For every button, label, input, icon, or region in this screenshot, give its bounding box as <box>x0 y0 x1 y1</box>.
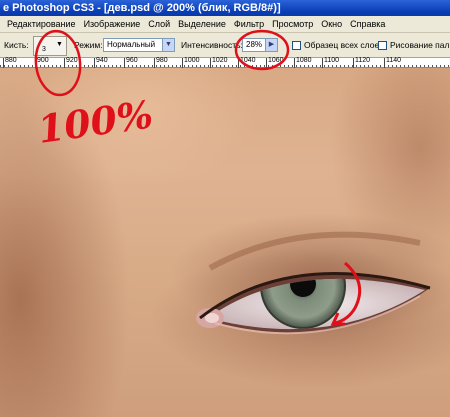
ruler-label: 900 <box>37 57 49 64</box>
ruler-label: 1000 <box>184 57 200 64</box>
intensity-input[interactable]: 28% <box>242 38 266 52</box>
chevron-down-icon: ▼ <box>56 41 63 48</box>
menu-layer[interactable]: Слой <box>144 19 174 29</box>
eye-image: 100% <box>35 91 450 388</box>
finger-paint-label[interactable]: Рисование пальцем <box>390 33 450 58</box>
brush-size: 3 <box>42 46 46 53</box>
options-bar: Кисть: 3 ▼ Режим: Нормальный ▼ Интенсивн… <box>0 33 450 58</box>
menu-filter[interactable]: Фильтр <box>230 19 268 29</box>
window-title: e Photoshop CS3 - [дев.psd @ 200% (блик,… <box>0 0 450 16</box>
ruler-label: 940 <box>96 57 108 64</box>
mode-label: Режим: <box>74 40 103 50</box>
ruler-label: 1120 <box>355 57 371 64</box>
menu-edit[interactable]: Редактирование <box>3 19 80 29</box>
menu-view[interactable]: Просмотр <box>268 19 317 29</box>
ruler-label: 1100 <box>324 57 340 64</box>
ruler-label: 1020 <box>212 57 228 64</box>
ruler-label: 920 <box>66 57 78 64</box>
horizontal-ruler: 880 900 920 940 960 980 1000 1020 1040 1… <box>0 57 450 68</box>
svg-text:100%: 100% <box>35 91 156 152</box>
ruler-label: 1060 <box>268 57 284 64</box>
annotation-100-percent: 100% <box>35 91 156 152</box>
intensity-label: Интенсивность: <box>181 40 243 50</box>
menu-select[interactable]: Выделение <box>174 19 230 29</box>
mode-select[interactable]: Нормальный <box>103 38 163 52</box>
ruler-label: 1140 <box>386 57 402 64</box>
sample-all-label[interactable]: Образец всех слоев <box>304 33 384 58</box>
ruler-label: 980 <box>156 57 168 64</box>
brush-label: Кисть: <box>4 40 29 50</box>
ruler-label: 960 <box>126 57 138 64</box>
play-arrow-icon[interactable]: ▶ <box>265 38 278 52</box>
ruler-label: 1040 <box>240 57 256 64</box>
checkbox-icon[interactable] <box>378 41 387 50</box>
menu-window[interactable]: Окно <box>317 19 346 29</box>
document-canvas[interactable]: 100% <box>0 68 450 417</box>
checkbox-icon[interactable] <box>292 41 301 50</box>
ruler-label: 880 <box>5 57 17 64</box>
menu-bar: Редактирование Изображение Слой Выделени… <box>0 16 450 33</box>
brush-picker[interactable]: 3 ▼ <box>33 36 67 56</box>
menu-help[interactable]: Справка <box>346 19 389 29</box>
ruler-label: 1080 <box>296 57 312 64</box>
chevron-down-icon[interactable]: ▼ <box>162 38 175 52</box>
menu-image[interactable]: Изображение <box>80 19 145 29</box>
